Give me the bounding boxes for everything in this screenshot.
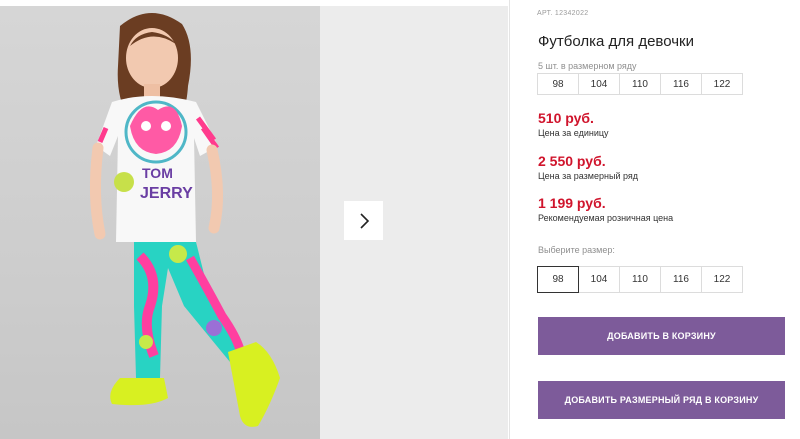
gallery-next-button[interactable] [344,201,383,240]
chevron-right-icon [359,212,369,229]
unit-price-note: Цена за единицу [538,128,609,138]
size-set-cell: 116 [660,73,702,95]
retail-price-note: Рекомендуемая розничная цена [538,213,674,223]
girl-illustration: TOM JERRY [89,12,280,427]
tshirt-print-top: TOM [142,165,173,181]
set-price-note: Цена за размерный ряд [538,171,639,181]
size-option-122[interactable]: 122 [701,266,743,293]
add-size-set-to-cart-button[interactable]: ДОБАВИТЬ РАЗМЕРНЫЙ РЯД В КОРЗИНУ [538,381,785,419]
tshirt-print-bottom: JERRY [140,185,193,202]
size-set-cell: 104 [578,73,620,95]
product-gallery: TOM JERRY [0,6,508,439]
retail-price: 1 199 руб. [538,195,606,211]
size-selector: 98 104 110 116 122 [537,266,743,293]
size-set-cell: 98 [537,73,579,95]
product-title: Футболка для девочки [538,33,694,50]
choose-size-label: Выберите размер: [538,245,615,255]
set-price: 2 550 руб. [538,153,606,169]
size-set-cell: 110 [619,73,661,95]
size-option-98[interactable]: 98 [537,266,579,293]
panel-divider [509,0,510,439]
size-set-row: 98 104 110 116 122 [537,73,743,95]
size-set-label: 5 шт. в размерном ряду [538,61,637,71]
size-set-cell: 122 [701,73,743,95]
product-sku: АРТ. 12342022 [537,10,589,17]
size-option-104[interactable]: 104 [578,266,620,293]
unit-price: 510 руб. [538,110,594,126]
product-photo[interactable]: TOM JERRY [0,6,320,439]
size-option-110[interactable]: 110 [619,266,661,293]
add-to-cart-button[interactable]: ДОБАВИТЬ В КОРЗИНУ [538,317,785,355]
size-option-116[interactable]: 116 [660,266,702,293]
